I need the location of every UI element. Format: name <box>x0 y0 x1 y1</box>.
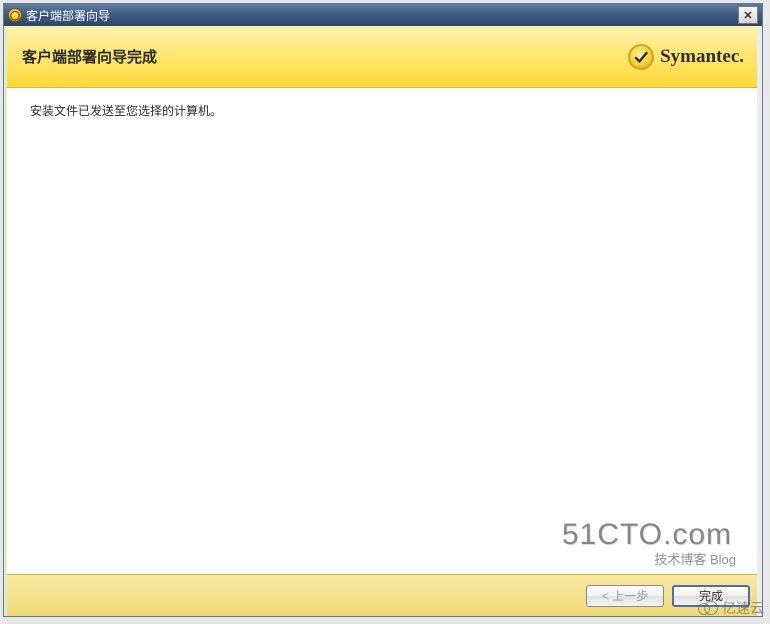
right-border <box>757 27 762 616</box>
close-button[interactable]: ✕ <box>738 6 758 24</box>
close-icon: ✕ <box>743 9 752 22</box>
footer-bar: < 上一步 完成 <box>4 574 762 616</box>
wizard-window: ◯ 客户端部署向导 ✕ 客户端部署向导完成 Symantec. 安装文件已发送至… <box>3 3 763 617</box>
content-area: 安装文件已发送至您选择的计算机。 <box>4 88 762 574</box>
body-text: 安装文件已发送至您选择的计算机。 <box>30 102 736 119</box>
titlebar: ◯ 客户端部署向导 ✕ <box>4 4 762 26</box>
left-border <box>4 27 7 616</box>
brand-text: Symantec. <box>660 46 744 68</box>
back-button[interactable]: < 上一步 <box>586 585 664 607</box>
titlebar-left: ◯ 客户端部署向导 <box>8 7 110 24</box>
header-banner: 客户端部署向导完成 Symantec. <box>4 26 762 88</box>
window-title: 客户端部署向导 <box>26 7 110 24</box>
finish-button[interactable]: 完成 <box>672 585 750 607</box>
brand-area: Symantec. <box>628 44 744 70</box>
symantec-shield-icon: ◯ <box>8 8 22 22</box>
page-title: 客户端部署向导完成 <box>22 46 157 67</box>
symantec-logo-icon <box>628 44 654 70</box>
